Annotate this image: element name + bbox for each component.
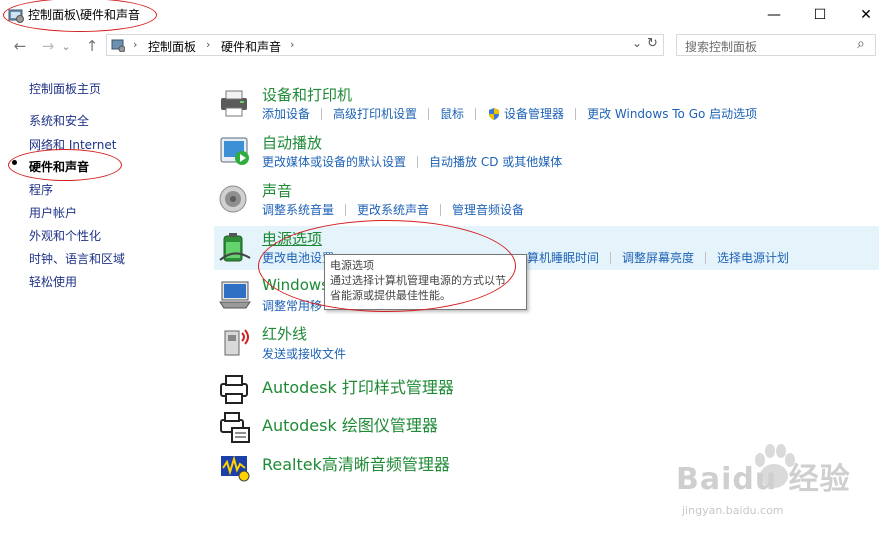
search-input[interactable]: 搜索控制面板 ⌕ [676, 34, 876, 56]
address-dropdown-icon[interactable]: ⌄ [632, 36, 642, 50]
back-arrow-icon: ← [13, 37, 27, 55]
breadcrumb-control-panel[interactable]: 控制面板 [148, 38, 196, 55]
sidebar-item-control-panel-home[interactable]: 控制面板主页 [29, 80, 101, 97]
breadcrumb-separator-icon: › [133, 38, 138, 51]
watermark-text: Baidu 经验 [676, 462, 851, 497]
category-sound-title[interactable]: 声音 [262, 180, 292, 201]
category-devices-printers-title[interactable]: 设备和打印机 [262, 84, 352, 105]
link-adjust-volume[interactable]: 调整系统音量 [262, 201, 334, 218]
link-change-sleep-time[interactable]: 算机睡眠时间 [527, 249, 599, 266]
sidebar-item-ease-of-access[interactable]: 轻松使用 [29, 273, 77, 290]
link-mouse[interactable]: 鼠标 [440, 105, 464, 122]
category-sound-links: 调整系统音量 更改系统声音 管理音频设备 [262, 201, 524, 218]
up-button[interactable]: ↑ [82, 36, 102, 56]
link-windows-to-go[interactable]: 更改 Windows To Go 启动选项 [587, 105, 757, 122]
category-realtek-title[interactable]: Realtek高清晰音频管理器 [262, 451, 450, 475]
autoplay-icon [220, 137, 249, 165]
category-infrared-links: 发送或接收文件 [262, 345, 346, 362]
close-icon: ✕ [860, 7, 872, 23]
recent-locations-button[interactable]: ⌄ [60, 36, 72, 56]
link-choose-power-plan[interactable]: 选择电源计划 [717, 249, 789, 266]
realtek-audio-icon [221, 455, 250, 482]
minimize-icon: — [767, 7, 781, 23]
link-separator [345, 203, 347, 216]
annotation-ellipse-power [258, 220, 516, 312]
minimize-button[interactable]: — [751, 0, 797, 30]
category-autoplay-title[interactable]: 自动播放 [262, 132, 322, 153]
watermark-url: jingyan.baidu.com [682, 504, 784, 517]
sidebar-item-programs[interactable]: 程序 [29, 181, 53, 198]
search-placeholder: 搜索控制面板 [685, 40, 758, 54]
infrared-icon [224, 329, 249, 356]
plotter-manager-icon [220, 412, 250, 443]
annotation-ellipse-sidebar [8, 149, 122, 181]
link-add-device[interactable]: 添加设备 [262, 105, 310, 122]
maximize-icon: ☐ [813, 7, 827, 23]
link-separator [475, 107, 477, 120]
sidebar-item-clock-region[interactable]: 时钟、语言和区域 [29, 250, 125, 267]
link-separator [575, 107, 577, 120]
refresh-icon[interactable]: ↻ [647, 36, 658, 51]
category-autoplay-links: 更改媒体或设备的默认设置 自动播放 CD 或其他媒体 [262, 153, 562, 170]
printer-icon [221, 90, 247, 117]
mobility-center-icon [219, 281, 251, 309]
maximize-button[interactable]: ☐ [797, 0, 843, 30]
search-icon[interactable]: ⌕ [857, 36, 865, 52]
link-advanced-printer-settings[interactable]: 高级打印机设置 [333, 105, 417, 122]
category-devices-printers-links: 添加设备 高级打印机设置 鼠标 设备管理器 更改 Windows To Go 启… [262, 105, 757, 122]
breadcrumb-hardware-sound[interactable]: 硬件和声音 [221, 38, 281, 55]
link-separator [610, 251, 612, 264]
forward-arrow-icon: → [41, 37, 55, 55]
forward-button[interactable]: → [38, 36, 58, 56]
category-autodesk-plot-style-title[interactable]: Autodesk 打印样式管理器 [262, 374, 454, 398]
print-style-manager-icon [220, 375, 248, 404]
sidebar-item-system-security[interactable]: 系统和安全 [29, 112, 89, 129]
chevron-down-icon: ⌄ [61, 39, 71, 53]
address-bar[interactable]: › 控制面板 › 硬件和声音 › ⌄ ↻ [106, 34, 664, 56]
breadcrumb-separator-icon: › [290, 38, 295, 51]
link-send-receive-files[interactable]: 发送或接收文件 [262, 345, 346, 362]
link-manage-audio-devices[interactable]: 管理音频设备 [452, 201, 524, 218]
link-device-manager[interactable]: 设备管理器 [504, 105, 564, 122]
sidebar-item-user-accounts[interactable]: 用户帐户 [29, 204, 77, 221]
link-separator [440, 203, 442, 216]
sidebar-item-appearance[interactable]: 外观和个性化 [29, 227, 101, 244]
battery-icon [219, 233, 251, 262]
speaker-icon [219, 185, 247, 213]
breadcrumb-separator-icon: › [206, 38, 211, 51]
category-power-options-links-right: 算机睡眠时间 调整屏幕亮度 选择电源计划 [527, 249, 789, 266]
category-autodesk-plotter-title[interactable]: Autodesk 绘图仪管理器 [262, 412, 438, 436]
category-infrared-title[interactable]: 红外线 [262, 323, 307, 344]
back-button[interactable]: ← [10, 36, 30, 56]
link-change-system-sounds[interactable]: 更改系统声音 [357, 201, 429, 218]
link-separator [417, 155, 419, 168]
link-change-media-defaults[interactable]: 更改媒体或设备的默认设置 [262, 153, 406, 170]
link-autoplay-cd[interactable]: 自动播放 CD 或其他媒体 [429, 153, 562, 170]
uac-shield-icon [489, 107, 500, 120]
link-separator [428, 107, 430, 120]
close-button[interactable]: ✕ [843, 0, 889, 30]
up-arrow-icon: ↑ [85, 37, 99, 55]
link-adjust-brightness[interactable]: 调整屏幕亮度 [622, 249, 694, 266]
link-separator [705, 251, 707, 264]
baidu-watermark: Baidu 经验 jingyan.baidu.com [676, 440, 886, 530]
control-panel-small-icon [111, 39, 125, 52]
link-separator [321, 107, 323, 120]
